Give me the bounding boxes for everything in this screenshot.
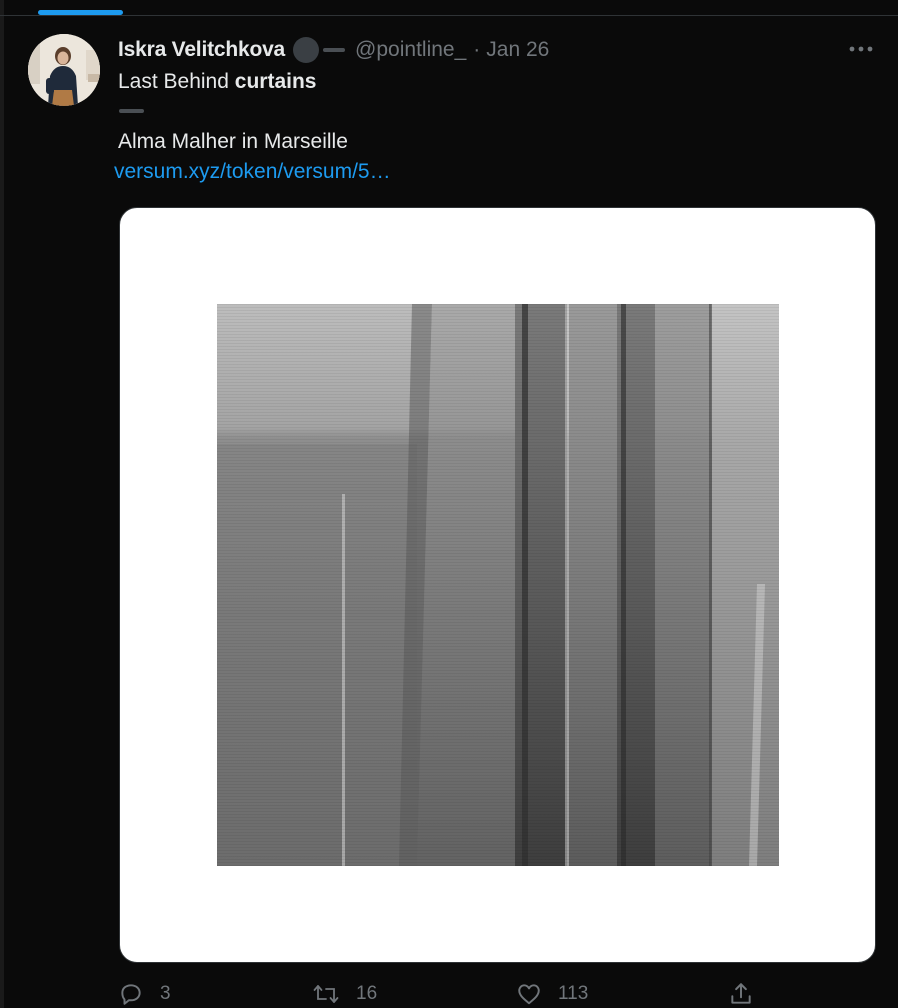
tweet-header: Iskra Velitchkova @pointline_ · Jan 26 — [118, 36, 549, 64]
tweet-text-line-3: Alma Malher in Marseille — [118, 130, 348, 153]
share-icon — [731, 983, 751, 1004]
share-button[interactable] — [728, 980, 754, 1008]
retweet-button[interactable]: 16 — [312, 980, 377, 1008]
redacted-mark — [323, 48, 346, 52]
tweet-text-plain: Last Behind — [118, 70, 235, 93]
like-button[interactable]: 113 — [516, 980, 588, 1008]
author-name[interactable]: Iskra Velitchkova — [118, 38, 285, 62]
retweet-count: 16 — [356, 983, 378, 1004]
curtain-artwork — [217, 304, 779, 866]
reply-count: 3 — [160, 983, 171, 1004]
more-horizontal-icon — [849, 46, 873, 52]
header-separator: · — [473, 38, 481, 61]
tweet-frame: Iskra Velitchkova @pointline_ · Jan 26 L… — [0, 0, 898, 1008]
redacted-badge — [293, 37, 320, 63]
more-button[interactable] — [846, 40, 876, 58]
avatar[interactable] — [28, 34, 100, 106]
author-handle[interactable]: @pointline_ — [355, 38, 466, 62]
reply-icon — [121, 984, 141, 1005]
artwork-image — [217, 304, 779, 866]
retweet-icon — [313, 985, 339, 1003]
text-dash — [119, 109, 144, 113]
heart-icon — [518, 984, 540, 1005]
avatar-image — [28, 34, 100, 106]
tweet-link[interactable]: versum.xyz/token/versum/5… — [114, 160, 391, 184]
tweet-text-bold: curtains — [234, 70, 317, 93]
tweet-actions: 3 16 113 — [0, 980, 898, 1008]
left-border — [0, 0, 4, 1008]
tweet-date[interactable]: Jan 26 — [486, 38, 549, 62]
reply-button[interactable]: 3 — [118, 980, 171, 1008]
top-divider — [0, 15, 898, 16]
tweet-text-line-1: Last Behind curtains — [118, 70, 316, 94]
media-card[interactable] — [119, 207, 876, 963]
like-count: 113 — [558, 983, 589, 1004]
